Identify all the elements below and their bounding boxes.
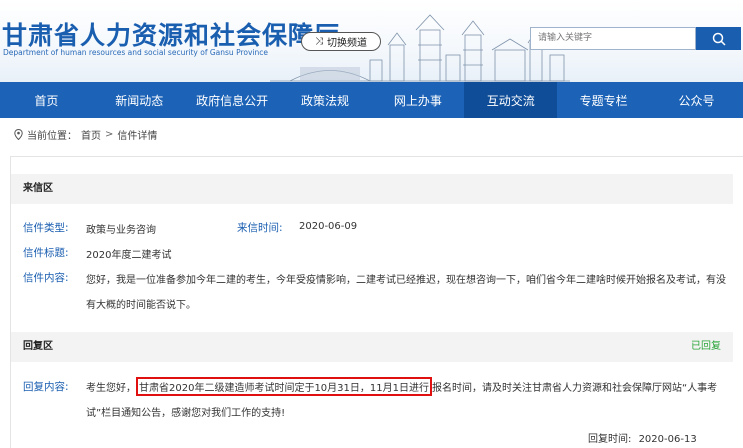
nav-item-interaction[interactable]: 互动交流 bbox=[464, 82, 558, 118]
reply-content-line-1: 考生您好， 甘肃省2020年二级建造师考试时间定于10月31日，11月1日进行 … bbox=[86, 377, 717, 396]
letter-time-value: 2020-06-09 bbox=[299, 221, 358, 232]
site-subtitle: Department of human resources and social… bbox=[3, 48, 268, 57]
letter-title-value: 2020年度二建考试 bbox=[86, 250, 172, 261]
letter-section-title: 来信区 bbox=[23, 183, 53, 194]
switch-channel-label: 切换频道 bbox=[327, 38, 367, 49]
letter-section-header: 来信区 bbox=[11, 174, 733, 204]
switch-channel-button[interactable]: ⤨ 切换频道 bbox=[301, 32, 381, 51]
letter-time-label: 来信时间: bbox=[237, 222, 283, 234]
breadcrumb: 当前位置： 首页 > 信件详情 bbox=[14, 127, 157, 142]
reply-section-header: 回复区 已回复 bbox=[11, 332, 733, 362]
letter-content-line-2: 有大概的时间能否说下。 bbox=[86, 300, 196, 311]
reply-content-continuation: 报名时间，请及时关注甘肃省人力资源和社会保障厅网站“人事考 bbox=[432, 383, 718, 394]
nav-item-public-account[interactable]: 公众号 bbox=[650, 82, 743, 118]
reply-time-value: 2020-06-13 bbox=[638, 434, 697, 445]
reply-time: 回复时间: 2020-06-13 bbox=[588, 430, 697, 445]
search-input[interactable]: 请输入关键字 bbox=[530, 27, 696, 50]
reply-time-label: 回复时间: bbox=[588, 434, 632, 445]
reply-status-badge: 已回复 bbox=[691, 341, 721, 352]
letter-type-label: 信件类型: bbox=[23, 222, 69, 234]
reply-section-title: 回复区 bbox=[23, 341, 53, 352]
nav-item-topics[interactable]: 专题专栏 bbox=[557, 82, 650, 118]
letter-type-value: 政策与业务咨询 bbox=[86, 225, 156, 236]
nav-item-home[interactable]: 首页 bbox=[0, 82, 93, 118]
reply-content-line-2: 试”栏目通知公告，感谢您对我们工作的支持! bbox=[86, 408, 286, 419]
reply-highlighted-exam-date: 甘肃省2020年二级建造师考试时间定于10月31日，11月1日进行 bbox=[136, 377, 432, 396]
breadcrumb-prefix: 当前位置： bbox=[27, 131, 77, 142]
letter-content-line-1: 您好，我是一位准备参加今年二建的考生，今年受疫情影响，二建考试已经推迟，现在想咨… bbox=[86, 275, 726, 286]
reply-content-label: 回复内容: bbox=[23, 381, 69, 393]
nav-item-gov-info[interactable]: 政府信息公开 bbox=[186, 82, 279, 118]
location-pin-icon bbox=[14, 129, 23, 140]
site-header: 甘肃省人力资源和社会保障厅 Department of human resour… bbox=[0, 0, 743, 82]
letter-content-label: 信件内容: bbox=[23, 272, 69, 284]
nav-item-online-service[interactable]: 网上办事 bbox=[372, 82, 465, 118]
nav-item-news[interactable]: 新闻动态 bbox=[93, 82, 186, 118]
reply-greeting: 考生您好， bbox=[86, 383, 136, 394]
search-button[interactable] bbox=[696, 27, 741, 50]
search-icon bbox=[712, 32, 726, 46]
nav-item-policy[interactable]: 政策法规 bbox=[279, 82, 372, 118]
letter-title-label: 信件标题: bbox=[23, 247, 69, 259]
breadcrumb-current: 信件详情 bbox=[117, 131, 158, 142]
breadcrumb-separator: > bbox=[105, 129, 114, 140]
shuffle-icon: ⤨ bbox=[315, 36, 323, 47]
breadcrumb-home-link[interactable]: 首页 bbox=[81, 127, 101, 142]
main-nav: 首页 新闻动态 政府信息公开 政策法规 网上办事 互动交流 专题专栏 公众号 bbox=[0, 82, 743, 118]
